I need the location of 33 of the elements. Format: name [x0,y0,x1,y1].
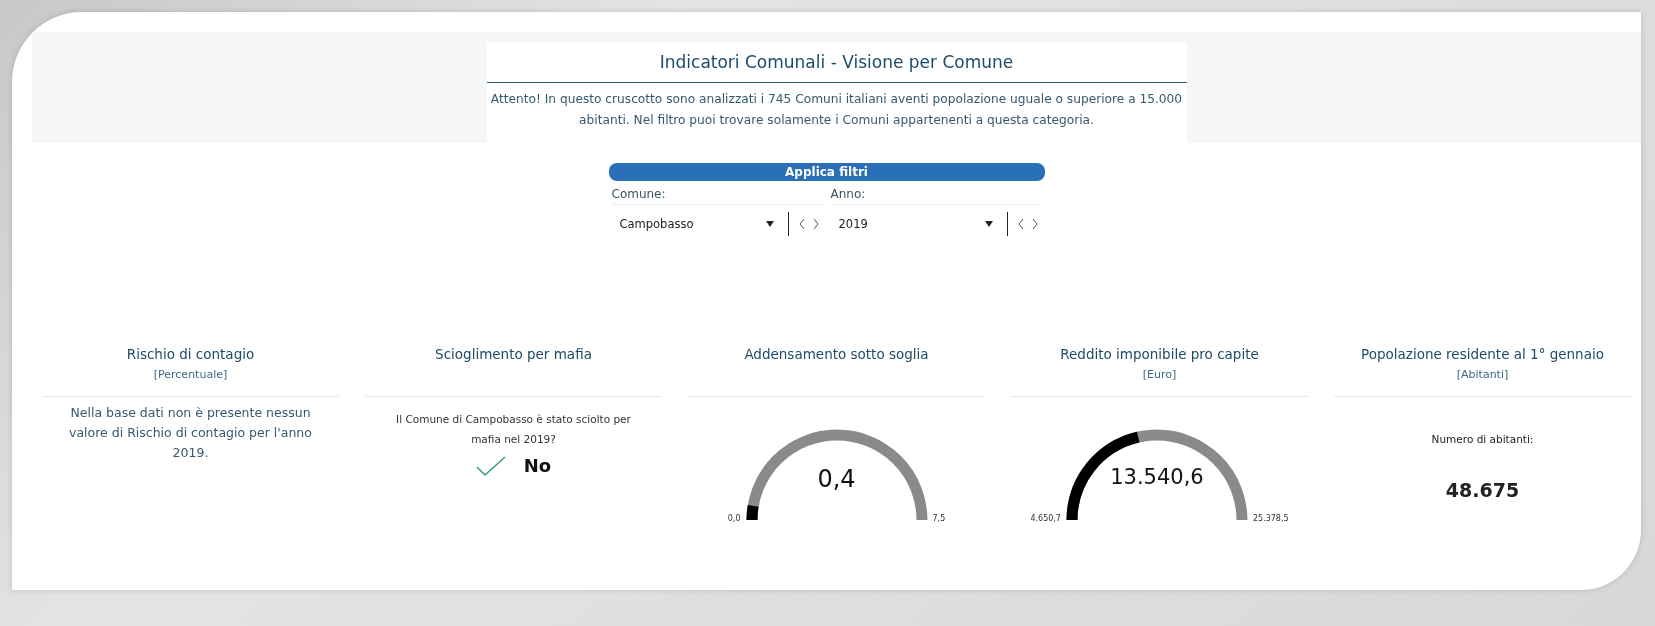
gauge-min-label: 0,0 [727,514,741,525]
card-title: Reddito imponibile pro capite [1059,346,1260,364]
answer-text: No [523,455,552,476]
apply-filters-button[interactable]: Applica filtri [608,163,1045,181]
count-value: 48.675 [1444,478,1521,501]
gauge-value: 0,4 [816,465,857,493]
dashboard-title: Indicatori Comunali - Visione per Comune [486,42,1187,83]
field-label: Comune: [611,181,823,205]
unit-label: [Percentuale] [152,368,229,383]
card-title: Scioglimento per mafia [434,346,593,364]
question-text: Il Comune di Campobasso è stato sciolto per mafia nel 2019? [395,412,632,447]
unit-label: [Abitanti] [1455,368,1510,383]
count-label: Numero di abitanti: [1430,432,1535,445]
caret-icon [765,221,774,227]
gauge-min-label: 4.650,7 [1030,514,1061,525]
field-label: Anno: [830,181,1042,205]
card-title: Rischio di contagio [125,346,256,364]
chevron-right-icon [811,218,820,230]
gauge-max-label: 25.378,5 [1252,514,1289,525]
chevron-left-icon [797,218,806,230]
dropdown[interactable]: 2019 [830,217,1001,231]
gauge-value: 13.540,6 [1109,465,1205,489]
chevron-right-icon [1030,218,1039,230]
checkmark-icon [475,455,506,476]
card-title: Addensamento sotto soglia [743,346,930,364]
chevron-left-icon [1016,218,1025,230]
unit-label: [Euro] [1141,368,1178,383]
message-text: Nella base dati non è presente nessun valore di Rischio di contagio per l'anno 2019. [68,404,313,462]
notice-text: Attento! In questo cruscotto sono analizzati i 745 Comuni italiani aventi popolazione uguale o superiore a 15.000 abitanti. Nel filtro puoi trovare solamente i Comuni appartenenti a questa categoria. [489,91,1184,129]
caret-icon [984,221,993,227]
gauge-max-label: 7,5 [932,514,946,525]
card-title: Popolazione residente al 1° gennaio [1360,346,1605,364]
dropdown[interactable]: Campobasso [611,217,782,231]
